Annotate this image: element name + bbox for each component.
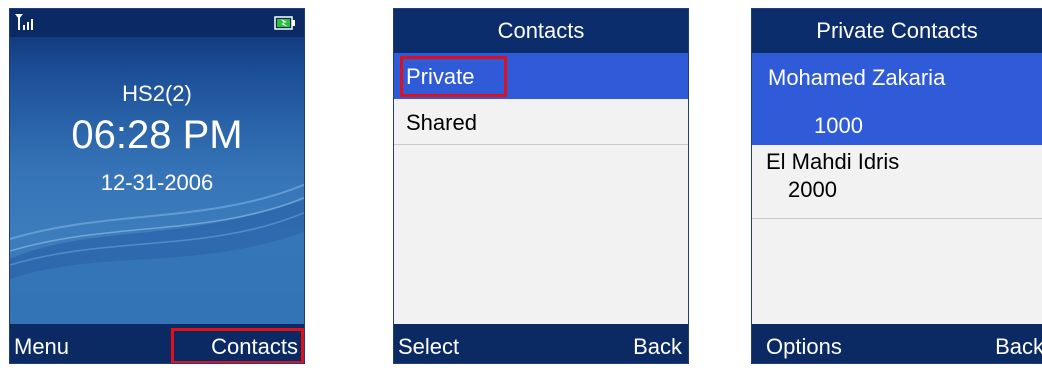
list-item-label: Shared <box>406 110 477 135</box>
battery-charging-icon <box>274 16 295 30</box>
clock-time: 06:28 PM <box>71 113 243 157</box>
screen-title: Private Contacts <box>752 9 1042 53</box>
contact-name: Mohamed Zakaria <box>768 65 946 90</box>
list-item-shared[interactable]: Shared <box>394 99 688 145</box>
softkey-bar: Options Back <box>752 324 1042 363</box>
contact-number: 1000 <box>814 113 863 138</box>
date-display: 12-31-2006 <box>100 170 214 195</box>
status-bar <box>10 9 304 37</box>
contact-row[interactable]: Mohamed Zakaria 1000 <box>752 53 1042 145</box>
contacts-screen: Contacts Private Shared Select Back <box>393 8 689 364</box>
handset-name: HS2(2) <box>122 81 192 106</box>
contact-number: 2000 <box>788 177 837 202</box>
contacts-softkey-callout <box>171 328 304 363</box>
private-contacts-screen: Private Contacts Mohamed Zakaria 1000 El… <box>751 8 1042 364</box>
private-item-callout <box>400 56 507 97</box>
menu-softkey[interactable]: Menu <box>14 334 69 360</box>
idle-screen: HS2(2) 06:28 PM 12-31-2006 Menu Contacts <box>9 8 305 364</box>
screen-title: Contacts <box>394 9 688 53</box>
contact-row[interactable]: El Mahdi Idris 2000 <box>752 145 1042 219</box>
contact-name: El Mahdi Idris <box>766 149 900 174</box>
options-softkey[interactable]: Options <box>766 334 842 360</box>
back-softkey[interactable]: Back <box>995 334 1042 360</box>
back-softkey[interactable]: Back <box>633 334 682 360</box>
softkey-bar: Select Back <box>394 324 688 363</box>
select-softkey[interactable]: Select <box>398 334 459 360</box>
signal-icon <box>15 14 33 30</box>
